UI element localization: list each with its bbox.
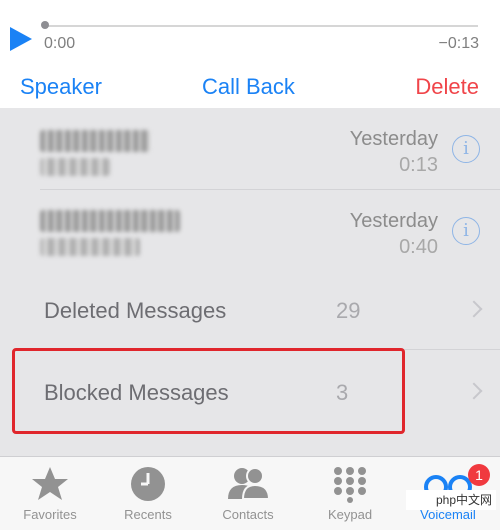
voicemail-item[interactable]: Yesterday 0:40 i [0,190,500,272]
voicemail-duration: 0:13 [399,154,438,176]
clock-icon [131,467,165,501]
tab-contacts[interactable]: Contacts [198,457,298,530]
deleted-messages-row[interactable]: Deleted Messages 29 [0,276,500,346]
redacted-caller-name [40,130,150,152]
tab-favorites[interactable]: Favorites [0,457,100,530]
playback-scrubber-track[interactable] [44,25,478,27]
tab-label: Contacts [222,507,274,522]
chevron-right-icon [465,382,483,400]
folder-label: Deleted Messages [44,298,227,323]
watermark: php中文网 [406,490,496,510]
voicemail-date: Yesterday [349,210,438,232]
tab-label: Keypad [327,507,373,522]
star-icon [32,467,68,500]
keypad-icon [334,467,366,503]
redacted-caller-name [40,210,180,232]
info-icon[interactable]: i [452,135,480,163]
playback-scrubber-knob[interactable] [41,21,49,29]
call-back-button[interactable]: Call Back [202,74,295,100]
voicemail-date: Yesterday [349,128,438,150]
voicemail-actions: Speaker Call Back Delete [0,70,500,108]
folder-count: 29 [336,298,361,323]
speaker-button[interactable]: Speaker [20,74,102,100]
voicemail-badge: 1 [468,464,490,486]
elapsed-time: 0:00 [44,35,76,52]
tab-label: Favorites [23,507,77,522]
tab-keypad[interactable]: Keypad [300,457,400,530]
voicemail-player: 0:00 −0:13 [0,0,500,70]
voicemail-duration: 0:40 [399,236,438,258]
chevron-right-icon [465,300,483,318]
redacted-caller-detail [40,158,110,176]
tab-recents[interactable]: Recents [98,457,198,530]
contacts-icon [228,467,271,500]
redacted-caller-detail [40,238,140,256]
play-icon[interactable] [8,26,34,52]
remaining-time: −0:13 [438,35,479,52]
voicemail-item[interactable]: Yesterday 0:13 i [0,108,500,190]
delete-button[interactable]: Delete [415,74,479,100]
voicemail-list: Yesterday 0:13 i Yesterday 0:40 i Delete… [0,108,500,456]
tab-label: Recents [124,507,172,522]
info-icon[interactable]: i [452,217,480,245]
highlight-box [12,348,405,434]
